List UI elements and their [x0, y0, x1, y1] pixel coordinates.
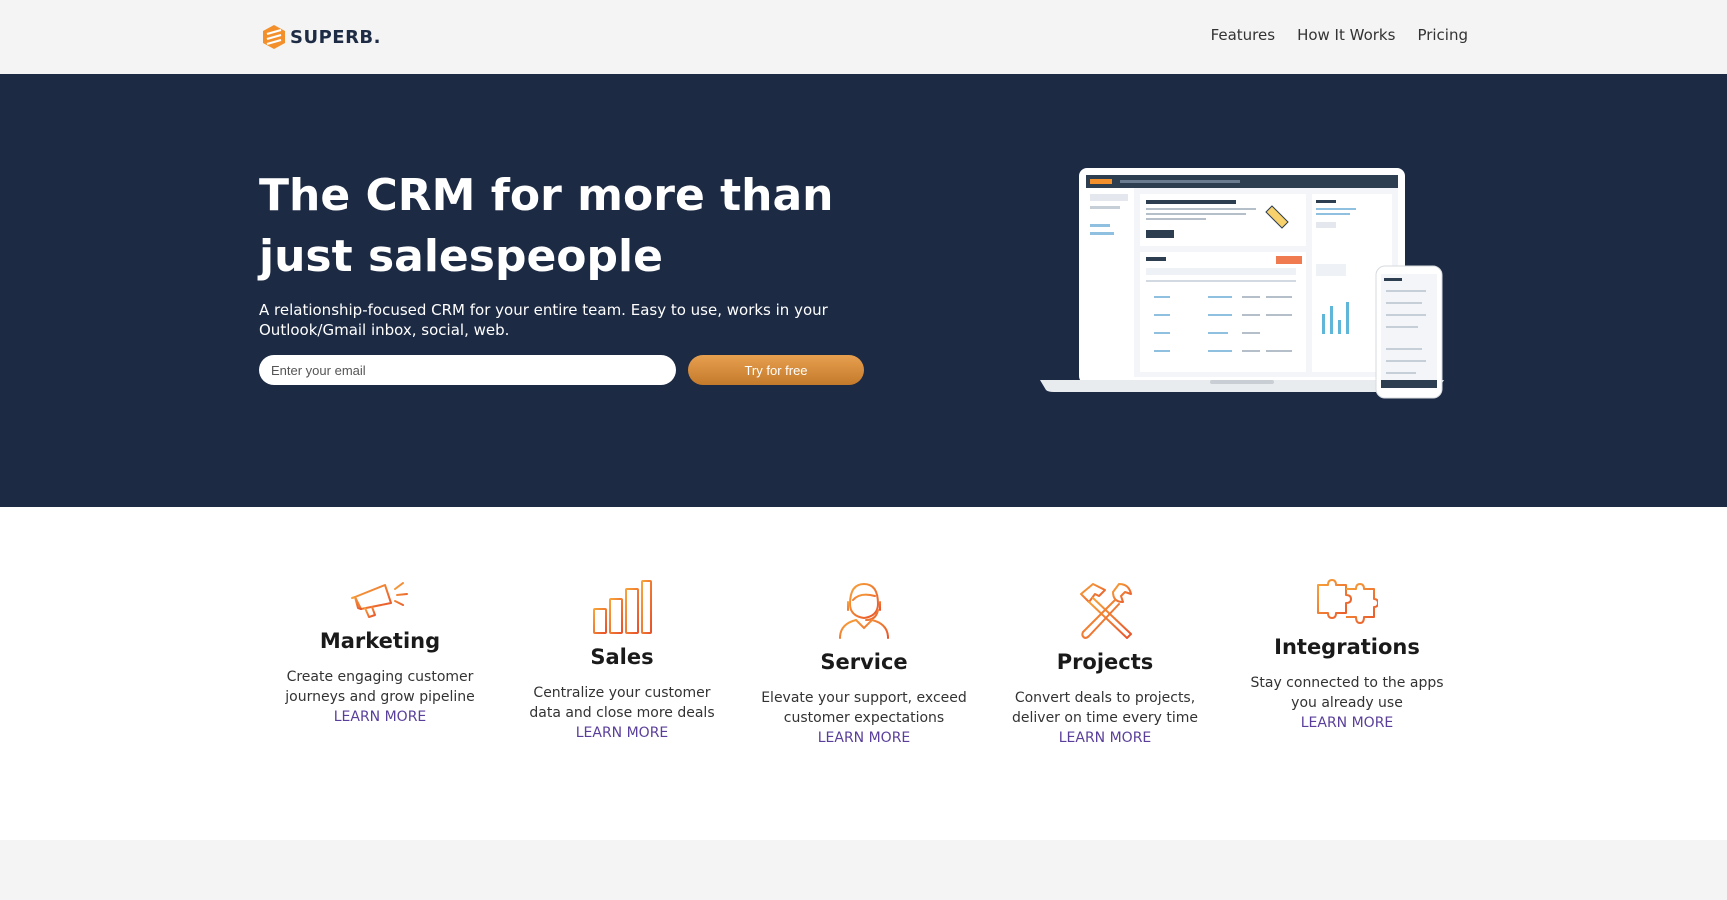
hero-title: The CRM for more than just salespeople — [259, 170, 834, 282]
crm-dashboard-illustration — [1040, 168, 1444, 399]
features-section: Marketing Create engaging customer journ… — [0, 507, 1727, 840]
site-header: SUPERB. Features How It Works Pricing — [0, 0, 1727, 74]
feature-sales: Sales Centralize your customer data and … — [517, 579, 727, 743]
feature-marketing: Marketing Create engaging customer journ… — [275, 577, 485, 727]
learn-more-service-link[interactable]: LEARN MORE — [759, 728, 969, 748]
bar-chart-icon — [593, 580, 652, 634]
nav-features[interactable]: Features — [1211, 26, 1276, 44]
nav-how-it-works[interactable]: How It Works — [1297, 26, 1395, 44]
feature-integrations: Integrations Stay connected to the apps … — [1242, 579, 1452, 733]
feature-description: Convert deals to projects, deliver on ti… — [1012, 690, 1198, 726]
feature-title: Sales — [590, 645, 654, 669]
feature-service: Service Elevate your support, exceed cus… — [759, 580, 969, 748]
feature-description: Create engaging customer journeys and gr… — [285, 669, 475, 705]
logo[interactable]: SUPERB. — [262, 24, 381, 50]
learn-more-marketing-link[interactable]: LEARN MORE — [275, 707, 485, 727]
feature-title: Projects — [1056, 650, 1154, 674]
megaphone-icon — [351, 582, 408, 618]
logo-icon — [263, 25, 285, 49]
try-for-free-button[interactable]: Try for free — [688, 355, 864, 385]
feature-description: Elevate your support, exceed customer ex… — [761, 690, 967, 726]
hero-subtitle: A relationship-focused CRM for your enti… — [259, 301, 828, 339]
hero-section: The CRM for more than just salespeople A… — [0, 74, 1727, 507]
support-agent-icon — [839, 582, 889, 639]
main-nav: Features How It Works Pricing — [1211, 26, 1468, 44]
learn-more-integrations-link[interactable]: LEARN MORE — [1242, 713, 1452, 733]
feature-description: Stay connected to the apps you already u… — [1250, 675, 1444, 711]
nav-pricing[interactable]: Pricing — [1417, 26, 1468, 44]
feature-description: Centralize your customer data and close … — [529, 685, 715, 721]
feature-title: Integrations — [1274, 635, 1420, 659]
puzzle-icon — [1317, 579, 1378, 624]
footer-band — [0, 840, 1727, 900]
tools-icon — [1080, 583, 1132, 639]
learn-more-projects-link[interactable]: LEARN MORE — [1000, 728, 1210, 748]
feature-projects: Projects Convert deals to projects, deli… — [1000, 580, 1210, 748]
feature-title: Marketing — [319, 629, 441, 653]
feature-title: Service — [820, 650, 908, 674]
learn-more-sales-link[interactable]: LEARN MORE — [517, 723, 727, 743]
email-input[interactable] — [259, 355, 676, 385]
logo-text: SUPERB. — [290, 26, 381, 48]
